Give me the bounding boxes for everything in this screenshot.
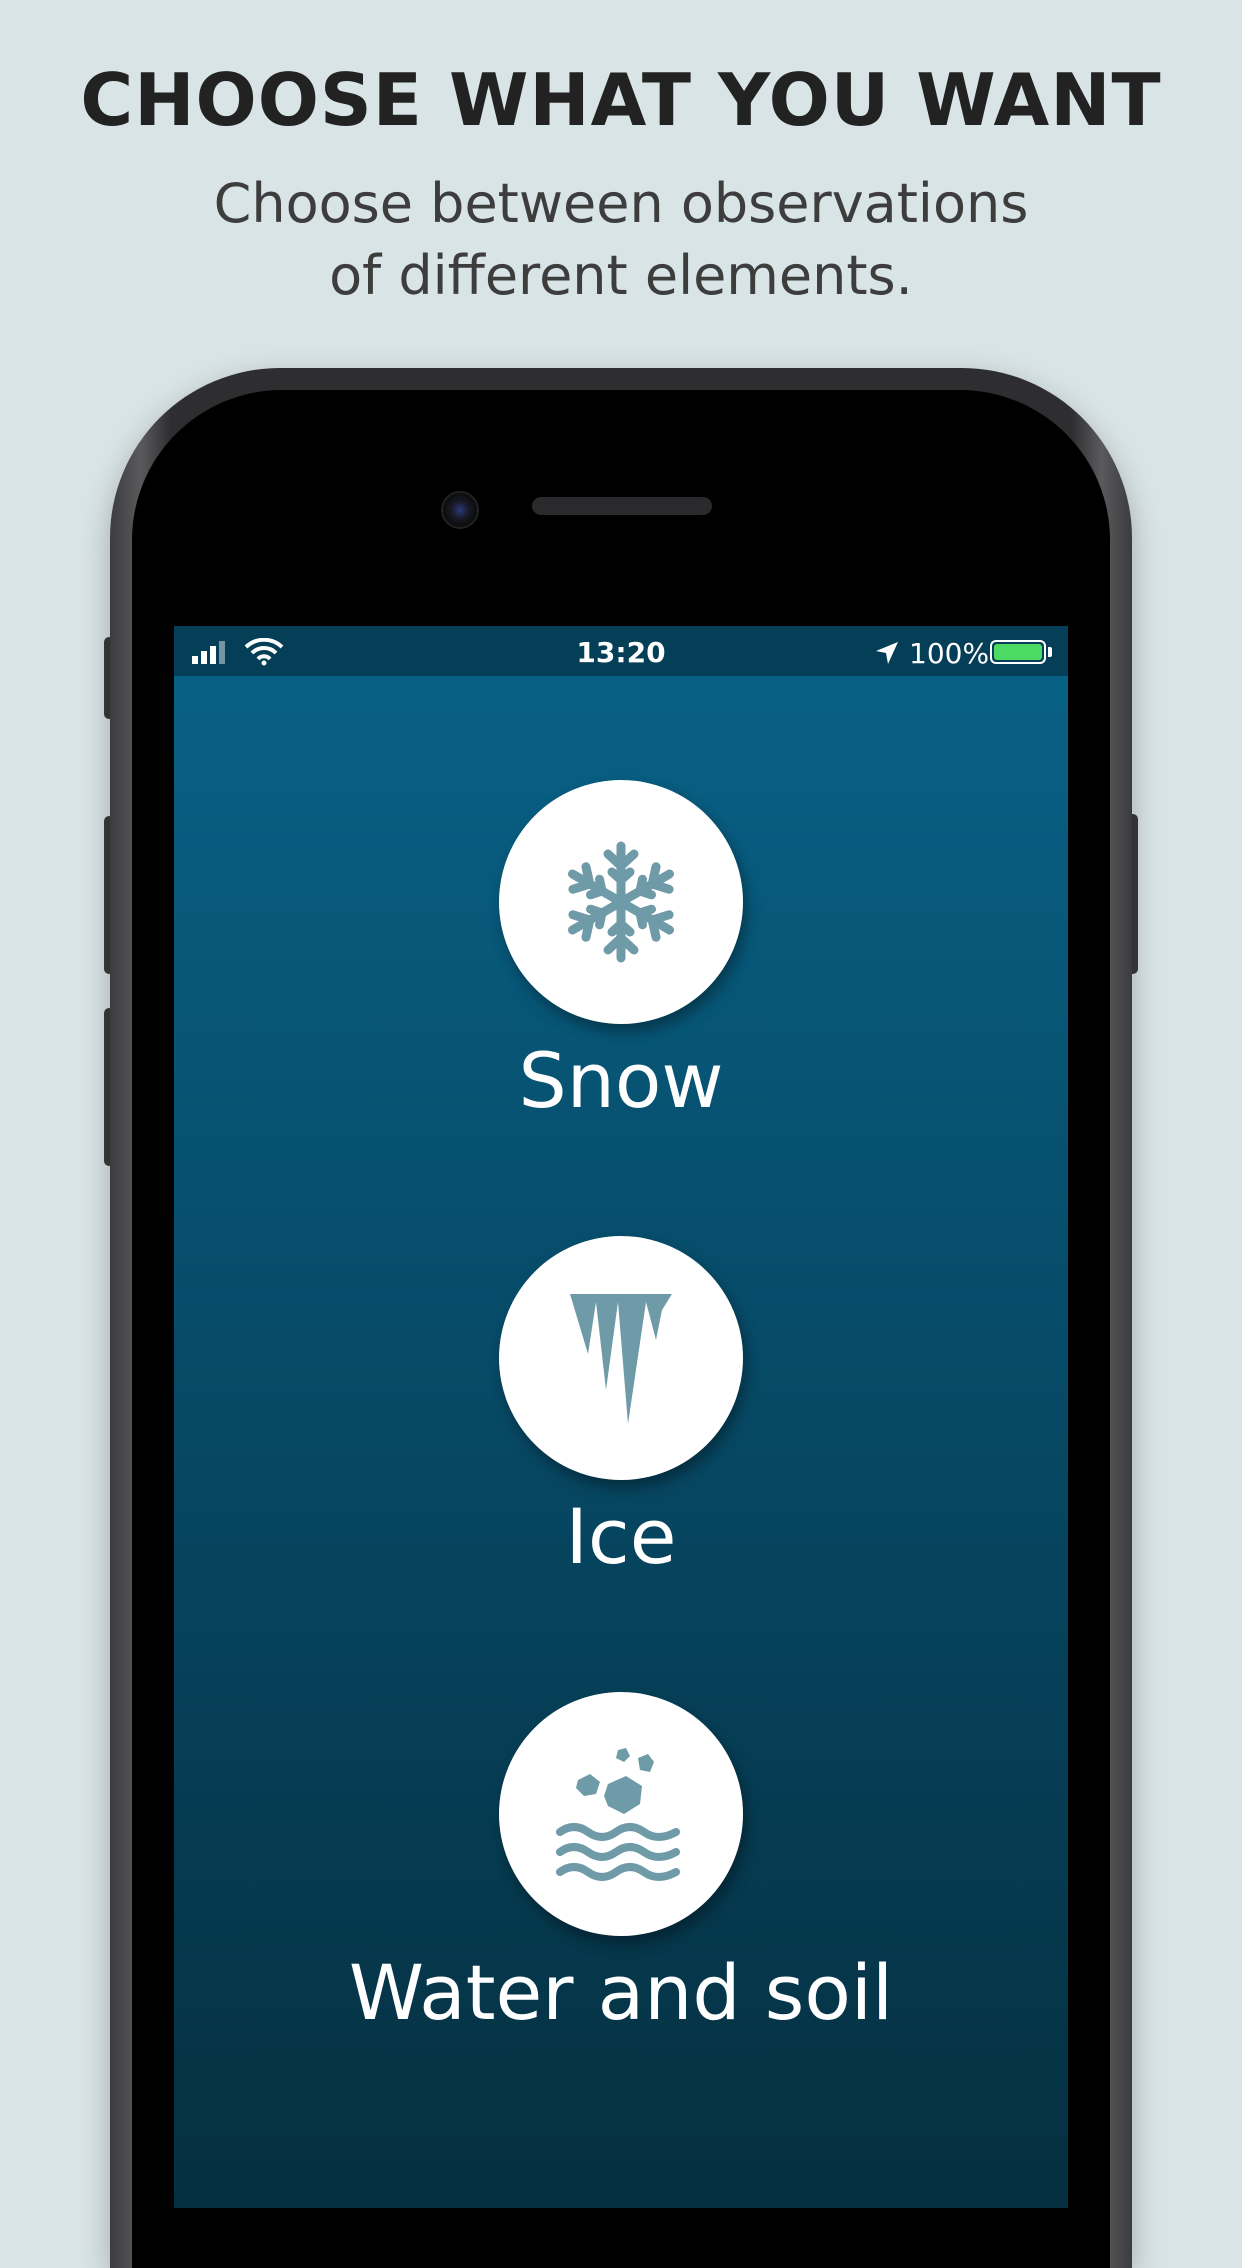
battery-icon [990,640,1046,664]
subtitle-line-2: of different elements. [329,244,913,307]
page-subtitle: Choose between observations of different… [171,168,1071,312]
battery-tip [1048,647,1052,657]
status-bar: 13:20 100% [174,626,1068,676]
front-camera [441,491,479,529]
page-title: CHOOSE WHAT YOU WANT [80,58,1162,142]
phone-screen: 13:20 100% Snow Ice Water and soil [174,626,1068,2208]
option-snow[interactable]: Snow [174,780,1068,1126]
ice-button[interactable] [499,1236,743,1480]
option-label-snow: Snow [518,1036,724,1125]
snow-button[interactable] [499,780,743,1024]
earpiece-speaker [532,497,712,515]
icicle-icon [570,1294,672,1424]
option-label-ice: Ice [565,1492,677,1581]
option-water-and-soil[interactable]: Water and soil [174,1692,1068,2038]
water-soil-icon [556,1748,680,1881]
battery-level-fill [994,644,1042,660]
water-soil-button[interactable] [499,1692,743,1936]
location-arrow-icon [876,642,898,664]
snowflake-icon [568,841,674,963]
battery-percent: 100% [909,637,990,670]
subtitle-line-1: Choose between observations [213,172,1029,235]
option-ice[interactable]: Ice [174,1236,1068,1582]
option-label-water-and-soil: Water and soil [348,1948,894,2037]
